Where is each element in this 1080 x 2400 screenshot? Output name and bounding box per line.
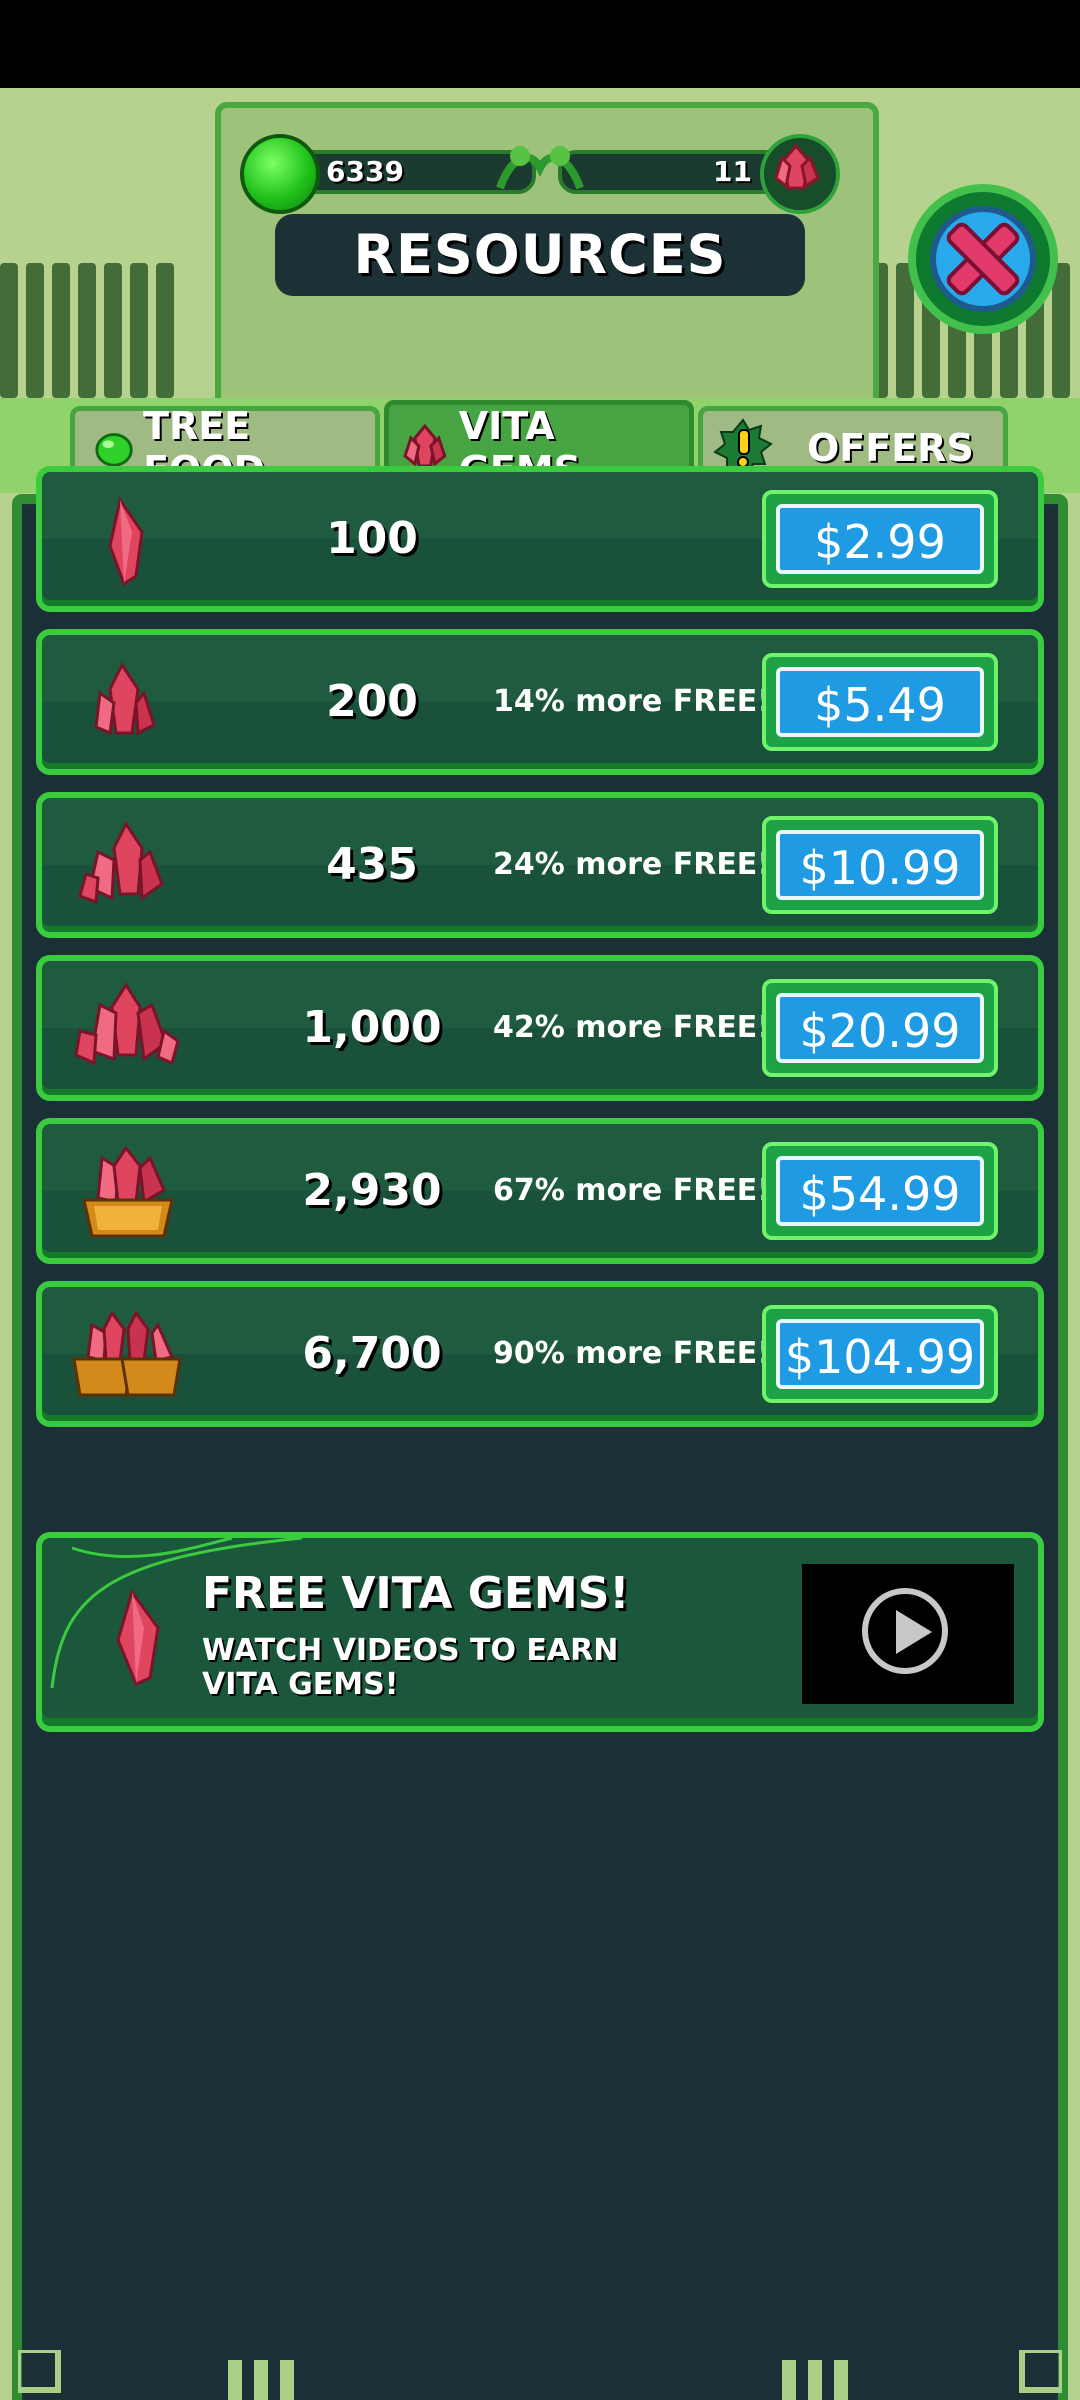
price-label: $54.99 [776, 1156, 984, 1226]
offer-row-2930: 2,930 67% more FREE! $54.99 [36, 1118, 1044, 1264]
gem-boxes-icon [72, 1310, 182, 1397]
buy-button-200[interactable]: $5.49 [762, 653, 998, 751]
price-label: $104.99 [776, 1319, 984, 1389]
resources-screen: 6339 11 RESOURCES TREE VITA OFFERS 100 $… [0, 88, 1080, 2400]
free-gems-title: FREE VITA GEMS! [202, 1568, 630, 1619]
offer-row-100: 100 $2.99 [36, 466, 1044, 612]
small-gem-cluster-icon [94, 662, 156, 736]
tab-offers-label: OFFERS [807, 426, 974, 470]
price-label: $20.99 [776, 993, 984, 1063]
free-gems-subtitle: WATCH VIDEOS TO EARN VITA GEMS! [202, 1633, 619, 1702]
offer-amount: 1,000 [302, 1002, 442, 1053]
close-icon [930, 206, 1036, 312]
status-bar [0, 0, 1080, 88]
offer-row-6700: 6,700 90% more FREE! $104.99 [36, 1281, 1044, 1427]
offer-row-435: 435 24% more FREE! $10.99 [36, 792, 1044, 938]
tree-food-count: 6339 [326, 155, 404, 188]
buy-button-6700[interactable]: $104.99 [762, 1305, 998, 1403]
watch-video-button[interactable] [802, 1564, 1014, 1704]
offer-row-1000: 1,000 42% more FREE! $20.99 [36, 955, 1044, 1101]
green-orb-icon [95, 433, 133, 467]
free-vita-gems-row: FREE VITA GEMS! WATCH VIDEOS TO EARN VIT… [36, 1532, 1044, 1732]
buy-button-435[interactable]: $10.99 [762, 816, 998, 914]
vita-gem-orb-icon [760, 134, 840, 214]
tree-food-orb-icon [240, 134, 320, 214]
offer-row-200: 200 14% more FREE! $5.49 [36, 629, 1044, 775]
offer-bonus [472, 472, 792, 606]
offer-amount: 100 [326, 513, 418, 564]
price-label: $5.49 [776, 667, 984, 737]
offer-bonus: 90% more FREE! [493, 1336, 771, 1371]
vita-gems-count: 11 [713, 155, 752, 188]
resource-bar: 6339 11 [240, 134, 840, 214]
play-icon [862, 1588, 948, 1674]
offer-amount: 435 [326, 839, 418, 890]
vine-ornament-icon [496, 146, 584, 190]
gem-box-icon [82, 1145, 174, 1238]
large-gem-cluster-icon [74, 982, 180, 1066]
buy-button-100[interactable]: $2.99 [762, 490, 998, 588]
left-fence-decoration [0, 263, 174, 398]
medium-gem-cluster-icon [78, 821, 164, 905]
single-gem-icon [116, 1588, 160, 1686]
right-footer-ornament [782, 2350, 1062, 2400]
price-label: $2.99 [776, 504, 984, 574]
single-gem-icon [108, 496, 144, 587]
offer-bonus: 42% more FREE! [493, 1010, 771, 1045]
offer-amount: 6,700 [302, 1328, 442, 1379]
offer-bonus: 14% more FREE! [493, 684, 771, 719]
offer-bonus: 24% more FREE! [493, 847, 771, 882]
offer-amount: 2,930 [302, 1165, 442, 1216]
close-button[interactable] [908, 184, 1058, 334]
left-footer-ornament [18, 2350, 294, 2400]
offer-bonus: 67% more FREE! [493, 1173, 771, 1208]
offer-amount: 200 [326, 676, 418, 727]
buy-button-2930[interactable]: $54.99 [762, 1142, 998, 1240]
page-title: RESOURCES [275, 214, 805, 296]
price-label: $10.99 [776, 830, 984, 900]
buy-button-1000[interactable]: $20.99 [762, 979, 998, 1077]
